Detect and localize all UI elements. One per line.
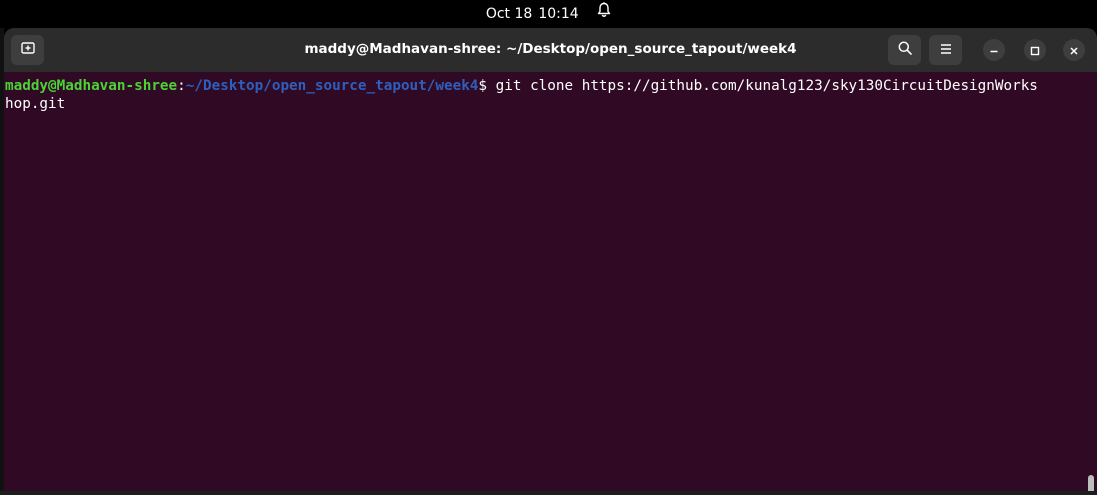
menu-button[interactable]: [929, 35, 962, 65]
terminal-line: hop.git: [5, 95, 65, 113]
clock[interactable]: Oct 18 10:14: [0, 2, 1097, 24]
search-icon: [897, 40, 913, 60]
terminal-line: maddy@Madhavan-shree:~/Desktop/open_sour…: [5, 77, 1038, 95]
terminal-output[interactable]: maddy@Madhavan-shree:~/Desktop/open_sour…: [4, 72, 1097, 491]
terminal-window: maddy@Madhavan-shree: ~/Desktop/open_sou…: [4, 28, 1097, 491]
window-titlebar[interactable]: maddy@Madhavan-shree: ~/Desktop/open_sou…: [4, 28, 1097, 72]
prompt-user: maddy@Madhavan-shree: [5, 78, 178, 94]
prompt-colon: :: [177, 78, 186, 94]
bell-icon: [597, 2, 611, 22]
desktop-bottom-edge: [0, 491, 1097, 495]
command-text-wrap: hop.git: [5, 96, 66, 112]
search-button[interactable]: [888, 35, 921, 65]
maximize-button[interactable]: [1024, 39, 1046, 61]
maximize-icon: [1030, 41, 1040, 60]
time-text: 10:14: [538, 6, 579, 22]
minimize-button[interactable]: [983, 39, 1005, 61]
close-button[interactable]: [1063, 39, 1085, 61]
scrollbar[interactable]: [1088, 475, 1094, 491]
prompt-symbol: $: [478, 78, 496, 94]
close-icon: [1069, 41, 1079, 60]
date-text: Oct 18: [485, 6, 533, 22]
command-text: git clone https://github.com/kunalg123/s…: [495, 78, 1038, 94]
minimize-icon: [989, 41, 999, 60]
system-top-bar: Oct 18 10:14: [0, 0, 1097, 28]
prompt-path: ~/Desktop/open_source_tapout/week4: [185, 78, 479, 94]
hamburger-menu-icon: [939, 41, 953, 60]
